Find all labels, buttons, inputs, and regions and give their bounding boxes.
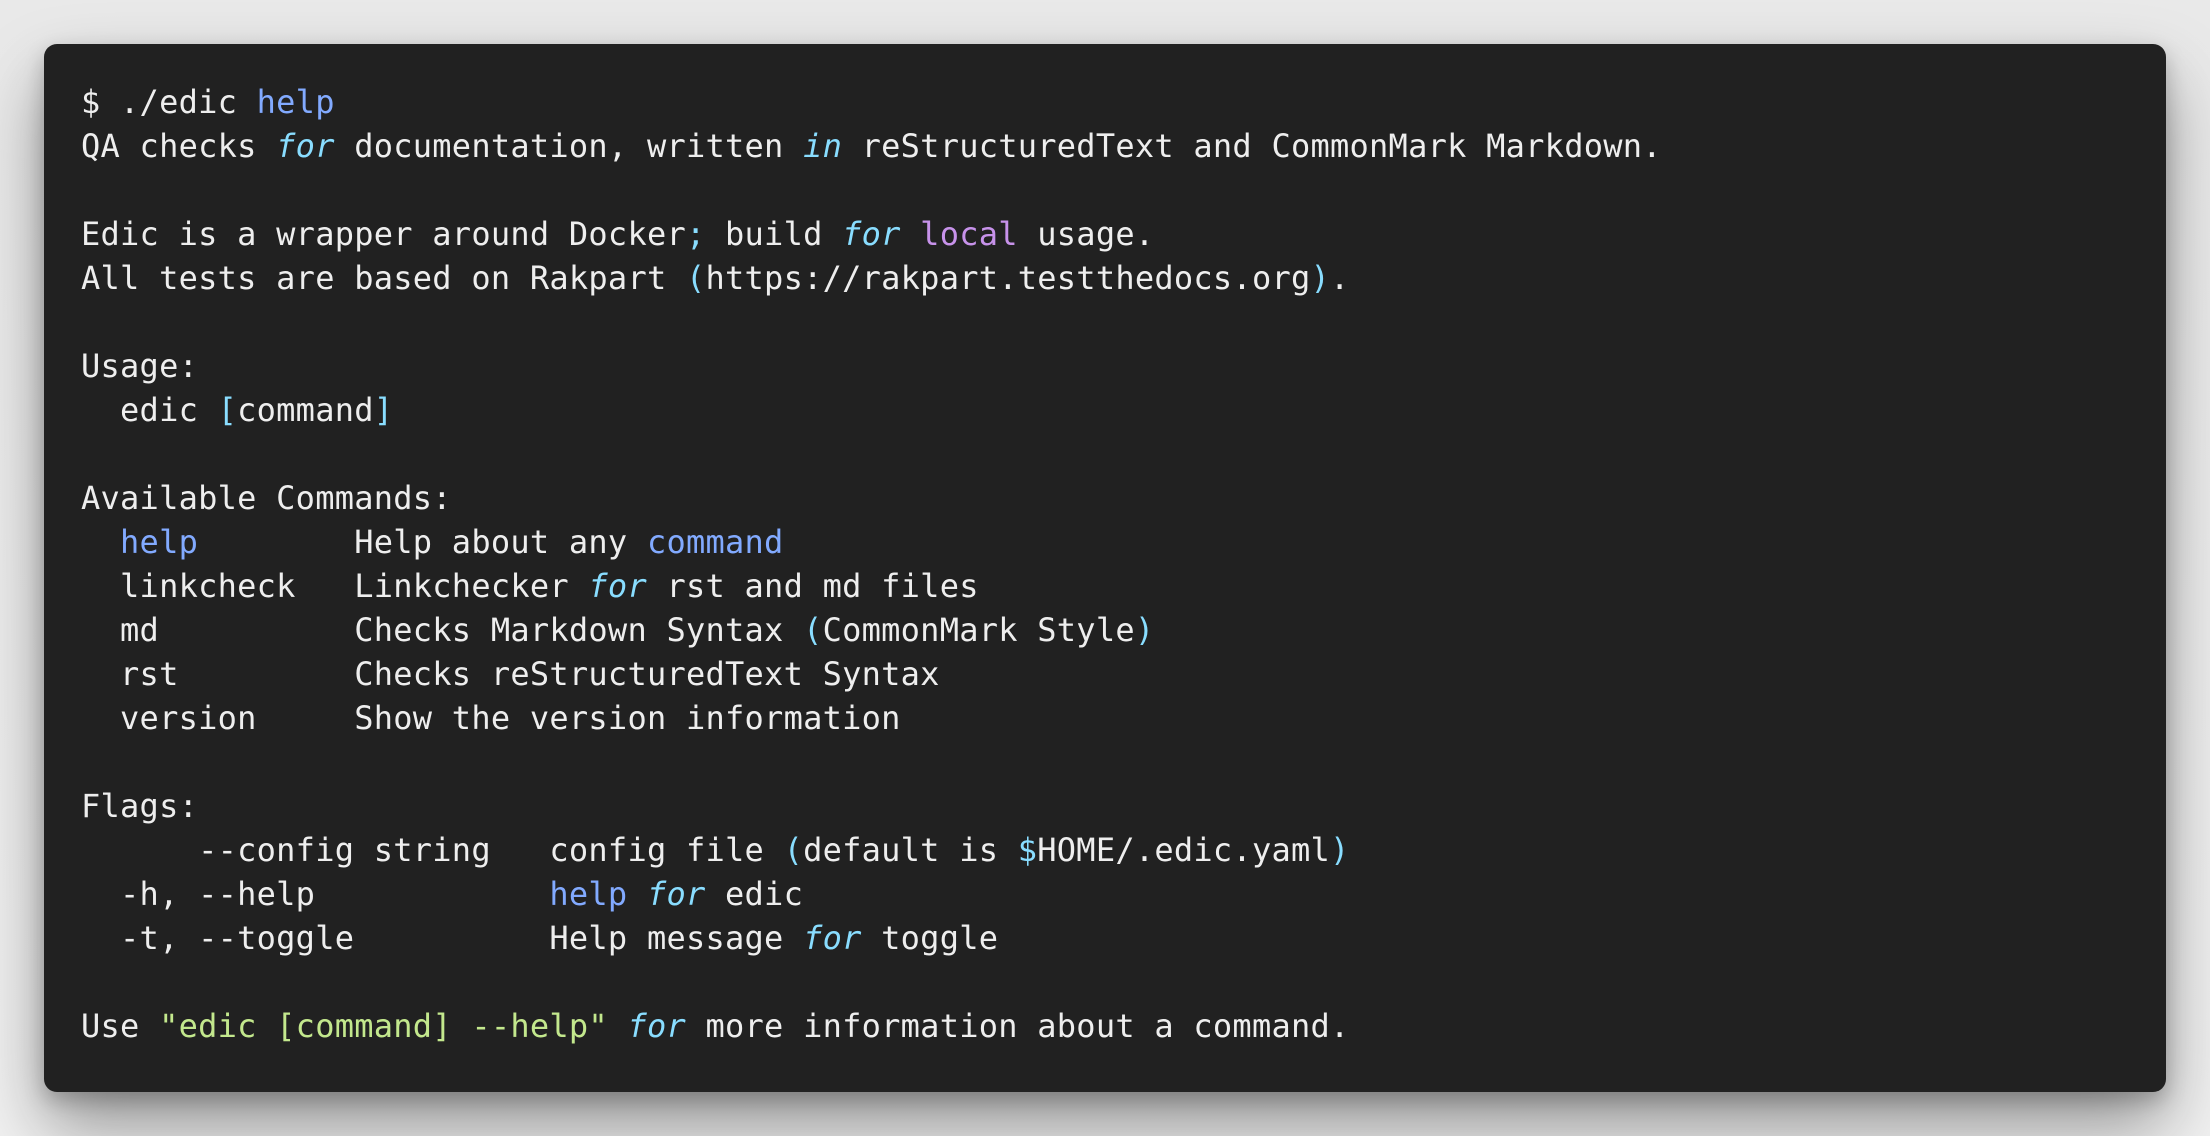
flag-row-config: --config string config file (default is …: [81, 828, 2166, 872]
usage-command: edic: [81, 391, 218, 429]
command-description: Checks Markdown Syntax: [354, 611, 804, 649]
flag-name: --config string: [81, 831, 550, 869]
description-line-1: QA checks for documentation, written in …: [81, 124, 2166, 168]
flag-description: HOME/.edic.yaml: [1037, 831, 1330, 869]
flag-row-toggle: -t, --toggle Help message for toggle: [81, 916, 2166, 960]
text: Use: [81, 1007, 160, 1045]
bracket: [: [217, 391, 238, 429]
command-description: Show the version information: [354, 699, 901, 737]
paren: ): [1330, 831, 1350, 869]
paren: (: [685, 259, 706, 297]
text: QA checks: [81, 127, 277, 165]
command-name: linkcheck: [120, 567, 296, 605]
command-description: CommonMark Style: [822, 611, 1135, 649]
help-command-string: "edic [command] --help": [159, 1007, 608, 1045]
description-line-2: Edic is a wrapper around Docker; build f…: [81, 212, 2166, 256]
rakpart-url: https://rakpart.testthedocs.org: [705, 259, 1311, 297]
text: All tests are based on Rakpart: [81, 259, 686, 297]
command-description-keyword: command: [646, 523, 784, 561]
keyword: for: [842, 215, 901, 253]
paren: ): [1134, 611, 1155, 649]
text: documentation, written: [334, 127, 804, 165]
usage-line: edic [command]: [81, 388, 2166, 432]
text: more information about a command.: [685, 1007, 1350, 1045]
bracket: ]: [373, 391, 394, 429]
prompt-executable: ./edic: [120, 83, 238, 121]
command-name: md: [120, 611, 160, 649]
text: .: [1330, 259, 1350, 297]
command-row-version: version Show the version information: [81, 696, 2166, 740]
dollar-sign: $: [1017, 831, 1038, 869]
keyword-local: local: [920, 215, 1018, 253]
description-line-3: All tests are based on Rakpart (https://…: [81, 256, 2166, 300]
text: Edic is a wrapper around Docker: [81, 215, 686, 253]
flag-row-help: -h, --help help for edic: [81, 872, 2166, 916]
text: [901, 215, 921, 253]
keyword: for: [646, 875, 706, 913]
text: usage.: [1017, 215, 1155, 253]
keyword: for: [276, 127, 335, 165]
flag-name: -h, --help: [81, 875, 550, 913]
command-row-md: md Checks Markdown Syntax (CommonMark St…: [81, 608, 2166, 652]
prompt-argument: help: [256, 83, 335, 121]
keyword: for: [803, 919, 862, 957]
footer-line: Use "edic [command] --help" for more inf…: [81, 1004, 2166, 1048]
flag-description: toggle: [861, 919, 999, 957]
command-name: help: [120, 523, 199, 561]
paren: (: [803, 611, 823, 649]
command-name: rst: [120, 655, 179, 693]
flag-name: -t, --toggle: [81, 919, 550, 957]
command-name: version: [120, 699, 257, 737]
flag-description: config file: [549, 831, 784, 869]
keyword: for: [627, 1007, 686, 1045]
paren: (: [783, 831, 804, 869]
flag-description: default is: [803, 831, 1018, 869]
command-row-linkcheck: linkcheck Linkchecker for rst and md fil…: [81, 564, 2166, 608]
command-description: Checks reStructuredText Syntax: [354, 655, 940, 693]
prompt-line: $ ./edic help: [81, 80, 2166, 124]
text: build: [705, 215, 843, 253]
punctuation: ;: [685, 215, 706, 253]
flag-description: Help message: [549, 919, 804, 957]
usage-argument: command: [237, 391, 374, 429]
command-description: Help about any: [354, 523, 647, 561]
command-row-help: help Help about any command: [81, 520, 2166, 564]
command-description: rst and md files: [646, 567, 979, 605]
paren: ): [1310, 259, 1330, 297]
keyword: for: [588, 567, 647, 605]
commands-heading: Available Commands:: [81, 479, 452, 517]
usage-heading: Usage:: [81, 347, 199, 385]
flags-heading: Flags:: [81, 787, 199, 825]
prompt-symbol: $: [81, 83, 101, 121]
command-row-rst: rst Checks reStructuredText Syntax: [81, 652, 2166, 696]
flag-description-keyword: help: [549, 875, 628, 913]
terminal-window: $ ./edic help QA checks for documentation…: [44, 44, 2166, 1092]
keyword: in: [803, 127, 843, 165]
command-description: Linkchecker: [354, 567, 589, 605]
flag-description: edic: [705, 875, 804, 913]
text: reStructuredText and CommonMark Markdown…: [842, 127, 1662, 165]
terminal-output: $ ./edic help QA checks for documentation…: [81, 80, 2166, 1048]
